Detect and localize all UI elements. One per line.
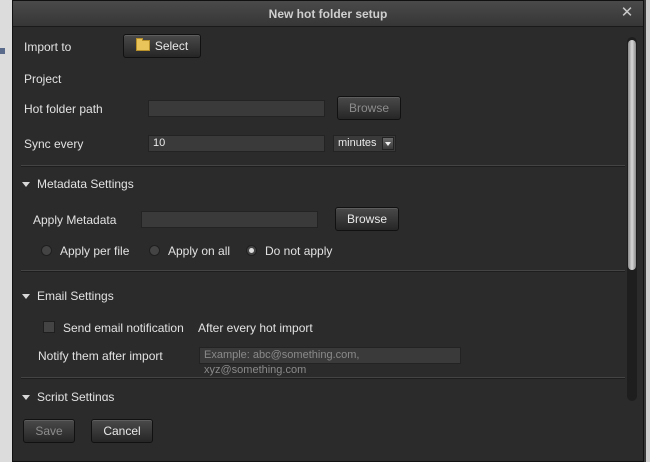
scrollbar-thumb[interactable] bbox=[628, 40, 636, 270]
do-not-apply-label[interactable]: Do not apply bbox=[265, 244, 332, 258]
background-icon bbox=[0, 48, 5, 54]
cancel-button[interactable]: Cancel bbox=[91, 419, 153, 443]
section-divider bbox=[21, 270, 625, 272]
folder-icon bbox=[135, 38, 150, 51]
hot-folder-dialog: New hot folder setup ✕ Import to Select … bbox=[12, 0, 644, 462]
import-to-label: Import to bbox=[24, 40, 72, 54]
sync-interval-input[interactable]: 10 bbox=[148, 135, 325, 152]
select-project-button[interactable]: Select bbox=[123, 34, 201, 58]
collapse-script-icon[interactable] bbox=[22, 395, 30, 400]
sync-every-label: Sync every bbox=[24, 137, 84, 151]
apply-per-file-label[interactable]: Apply per file bbox=[60, 244, 129, 258]
collapse-email-icon[interactable] bbox=[22, 294, 30, 299]
do-not-apply-radio[interactable] bbox=[246, 245, 257, 256]
notify-email-input[interactable]: Example: abc@something.com, xyz@somethin… bbox=[199, 347, 461, 376]
apply-on-all-label[interactable]: Apply on all bbox=[168, 244, 230, 258]
vertical-scrollbar[interactable] bbox=[627, 37, 637, 401]
save-button[interactable]: Save bbox=[23, 419, 75, 443]
notify-after-import-label: Notify them after import bbox=[38, 349, 163, 363]
apply-metadata-label: Apply Metadata bbox=[33, 213, 117, 227]
dialog-titlebar[interactable]: New hot folder setup ✕ bbox=[13, 1, 643, 27]
apply-on-all-radio[interactable] bbox=[149, 245, 160, 256]
section-divider bbox=[21, 377, 625, 379]
project-label: Project bbox=[24, 72, 62, 86]
hot-folder-path-label: Hot folder path bbox=[24, 102, 103, 116]
apply-per-file-radio[interactable] bbox=[41, 245, 52, 256]
background-window-edge-right bbox=[646, 0, 650, 462]
metadata-section-header[interactable]: Metadata Settings bbox=[37, 177, 134, 191]
dialog-title: New hot folder setup bbox=[268, 7, 388, 21]
close-icon[interactable]: ✕ bbox=[619, 4, 635, 22]
send-email-checkbox[interactable] bbox=[43, 321, 55, 333]
sync-unit-select[interactable]: minutes bbox=[333, 135, 396, 152]
send-email-label[interactable]: Send email notification bbox=[63, 321, 184, 335]
script-section-header[interactable]: Script Settings bbox=[37, 390, 114, 401]
hot-folder-path-input[interactable] bbox=[148, 100, 325, 117]
background-window-edge bbox=[0, 0, 12, 462]
apply-metadata-input[interactable] bbox=[141, 211, 318, 228]
collapse-metadata-icon[interactable] bbox=[22, 182, 30, 187]
section-divider bbox=[21, 165, 625, 167]
select-button-label: Select bbox=[154, 39, 189, 53]
hot-folder-browse-button[interactable]: Browse bbox=[337, 96, 401, 120]
dialog-content: Import to Select Project Hot folder path… bbox=[13, 27, 625, 401]
metadata-browse-button[interactable]: Browse bbox=[335, 207, 399, 231]
chevron-down-icon[interactable] bbox=[382, 137, 394, 150]
after-every-import-label: After every hot import bbox=[198, 321, 313, 335]
email-section-header[interactable]: Email Settings bbox=[37, 289, 114, 303]
sync-unit-value: minutes bbox=[338, 137, 377, 149]
